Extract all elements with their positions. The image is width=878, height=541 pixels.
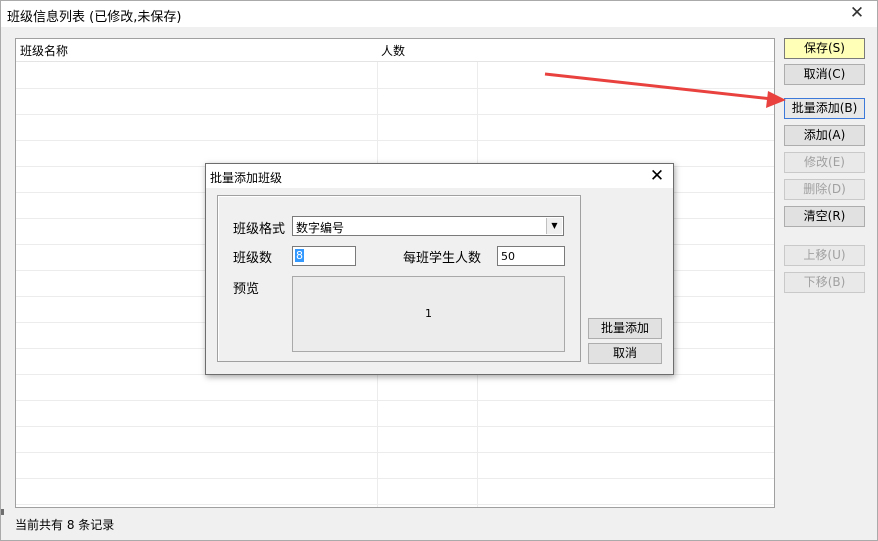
students-per-class-input[interactable] <box>498 247 564 265</box>
dialog-title: 批量添加班级 <box>210 171 283 185</box>
format-label: 班级格式 <box>233 222 286 237</box>
column-header-class-name[interactable]: 班级名称 <box>20 42 68 59</box>
batch-add-button[interactable]: 批量添加(B) <box>784 98 865 119</box>
grid-row-line <box>16 452 774 453</box>
delete-button[interactable]: 删除(D) <box>784 179 865 200</box>
grid-row-line <box>16 478 774 479</box>
grid-row-line <box>16 504 774 505</box>
move-down-button[interactable]: 下移(B) <box>784 272 865 293</box>
add-button[interactable]: 添加(A) <box>784 125 865 146</box>
grid-row-line <box>16 114 774 115</box>
grid-row-line <box>16 140 774 141</box>
window-edge-mark <box>1 509 4 515</box>
batch-add-dialog: 批量添加班级 ✕ 班级格式 数字编号 ▼ 班级数 8 每班学生人数 预览 1 批… <box>205 163 674 375</box>
format-value: 数字编号 <box>296 221 345 235</box>
grid-header: 班级名称 人数 <box>16 39 774 62</box>
count-label: 班级数 <box>233 251 273 266</box>
clear-button[interactable]: 清空(R) <box>784 206 865 227</box>
count-value: 8 <box>295 249 304 262</box>
grid-row-line <box>16 400 774 401</box>
cancel-button[interactable]: 取消(C) <box>784 64 865 85</box>
dialog-titlebar: 批量添加班级 ✕ <box>206 164 673 188</box>
preview-box: 1 <box>292 276 565 352</box>
students-per-class-label: 每班学生人数 <box>403 251 482 266</box>
move-up-button[interactable]: 上移(U) <box>784 245 865 266</box>
dialog-cancel-button[interactable]: 取消 <box>588 343 662 364</box>
count-field[interactable]: 8 <box>292 246 356 266</box>
window-title: 班级信息列表 (已修改,未保存) <box>7 10 182 25</box>
edit-button[interactable]: 修改(E) <box>784 152 865 173</box>
close-icon[interactable]: ✕ <box>847 3 867 23</box>
dialog-batch-add-button[interactable]: 批量添加 <box>588 318 662 339</box>
chevron-down-icon[interactable]: ▼ <box>546 218 562 234</box>
preview-label: 预览 <box>233 282 260 297</box>
status-text: 当前共有 8 条记录 <box>15 518 115 532</box>
students-per-class-field[interactable] <box>497 246 565 266</box>
preview-text: 1 <box>425 307 432 320</box>
column-header-count[interactable]: 人数 <box>381 42 405 59</box>
close-icon[interactable]: ✕ <box>647 165 667 187</box>
grid-row-line <box>16 88 774 89</box>
format-select[interactable]: 数字编号 ▼ <box>292 216 564 236</box>
window-titlebar: 班级信息列表 (已修改,未保存) ✕ <box>1 1 877 27</box>
save-button[interactable]: 保存(S) <box>784 38 865 59</box>
grid-row-line <box>16 426 774 427</box>
